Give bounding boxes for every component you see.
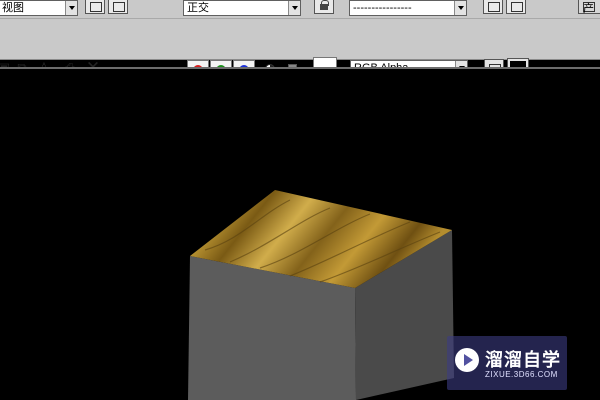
watermark-title: 溜溜自学 xyxy=(485,350,561,370)
play-logo-icon xyxy=(455,348,479,372)
watermark: 溜溜自学 ZIXUE.3D66.COM xyxy=(447,336,567,390)
watermark-url: ZIXUE.3D66.COM xyxy=(485,370,558,379)
